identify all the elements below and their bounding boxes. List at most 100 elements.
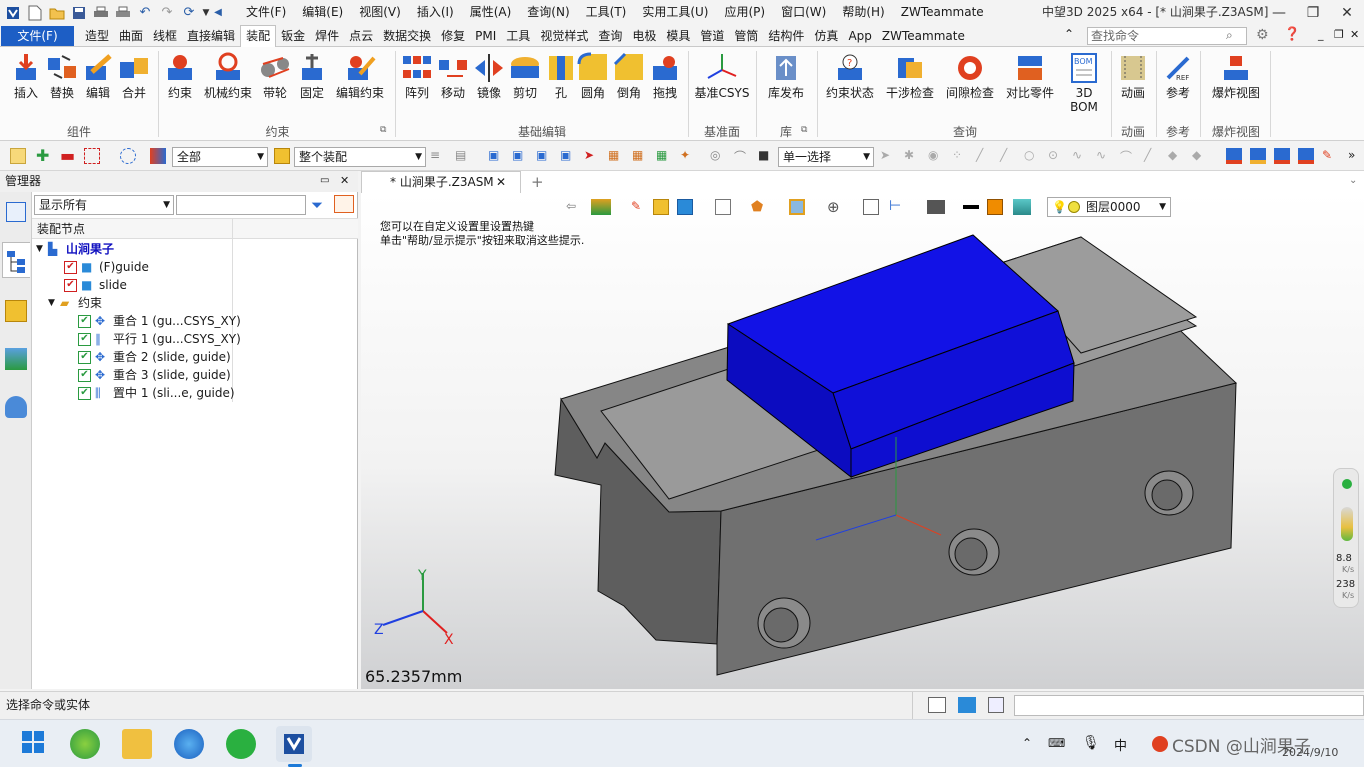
tab-wireframe[interactable]: 线框 [148,25,182,47]
visibility-checkbox[interactable]: ✔ [78,314,91,328]
assembly-scope-icon[interactable] [274,148,290,164]
print-preview-icon[interactable] [112,3,134,23]
exploded-view-button[interactable]: 爆炸视图 [1206,52,1266,100]
quick-b-icon[interactable] [1250,148,1266,164]
tool-m-icon[interactable]: ⌒ [734,148,750,164]
model-geometry[interactable]: Y X Z [361,193,1364,689]
constraint-button[interactable]: 约束 [162,52,198,100]
tab-simulation[interactable]: 仿真 [809,25,843,47]
snap-c-icon[interactable]: ◉ [928,148,944,164]
quick-a-icon[interactable] [1226,148,1242,164]
zw3d-taskbar-button[interactable] [276,726,312,762]
animation-button[interactable]: 动画 [1114,52,1152,100]
status-view-a-icon[interactable] [928,697,946,713]
tab-query[interactable]: 查询 [593,25,627,47]
tool-f-icon[interactable]: ▣ [560,148,576,164]
menu-query[interactable]: 查询(N) [519,0,577,25]
tab-mold[interactable]: 模具 [661,25,695,47]
tool-e-icon[interactable]: ▣ [536,148,552,164]
box-select-icon[interactable] [84,148,100,164]
restore-button[interactable]: ❐ [1296,0,1330,25]
tab-assembly[interactable]: 装配 [240,25,277,47]
undo-icon[interactable]: ↶ [134,3,156,23]
belt-button[interactable]: 带轮 [257,52,293,100]
reference-button[interactable]: REF 参考 [1160,52,1196,100]
visibility-checkbox[interactable]: ✔ [78,368,91,382]
tool-h-icon[interactable]: ▦ [608,148,624,164]
tab-piping[interactable]: 管道 [695,25,729,47]
tray-chevron-up-icon[interactable]: ⌃ [1022,736,1032,750]
menu-tools[interactable]: 工具(T) [578,0,635,25]
tab-app[interactable]: App [843,25,876,47]
chevron-down-icon[interactable]: ▼ [36,240,48,258]
view-manager-icon[interactable] [5,348,27,370]
snap-h-icon[interactable]: ⊙ [1048,148,1064,164]
history-manager-icon[interactable] [6,202,26,222]
tree-row-guide[interactable]: ✔ ■ (F)guide [64,258,264,276]
tree-row-center-1[interactable]: ✔ ⫼ 置中 1 (sli...e, guide) [78,384,278,402]
replace-component-button[interactable]: 替换 [44,52,80,100]
mechanical-constraint-button[interactable]: 机械约束 [202,52,254,100]
snap-k-icon[interactable]: ⌒ [1120,148,1136,164]
tool-l-icon[interactable]: ◎ [710,148,726,164]
menu-insert[interactable]: 插入(I) [409,0,462,25]
visibility-checkbox[interactable]: ✔ [78,386,91,400]
menu-window[interactable]: 窗口(W) [773,0,834,25]
tab-structure[interactable]: 结构件 [763,25,809,47]
tab-point-cloud[interactable]: 点云 [344,25,378,47]
tab-sheetmetal[interactable]: 钣金 [276,25,310,47]
fix-button[interactable]: 固定 [294,52,330,100]
lasso-select-icon[interactable] [120,148,136,164]
quick-access-dropdown-icon[interactable]: ▼ [200,3,212,23]
tree-row-coincide-1[interactable]: ✔ ✥ 重合 1 (gu...CSYS_XY) [78,312,278,330]
tree-root-row[interactable]: ▼ ▙ 山涧果子 [36,240,236,258]
snap-f-icon[interactable]: ╱ [1000,148,1016,164]
3d-viewport[interactable]: ⇦ ✎ ⬟ ⊕ ⊢ 💡 图层0000 ▼ 您可以在自定义设置里设置热键 单击"帮… [361,193,1364,689]
menu-utilities[interactable]: 实用工具(U) [634,0,716,25]
status-view-c-icon[interactable] [988,697,1004,713]
drag-button[interactable]: 拖拽 [647,52,683,100]
part-manager-icon[interactable] [5,300,27,322]
new-tab-icon[interactable]: + [531,173,544,191]
tab-tubing[interactable]: 管筒 [729,25,763,47]
tab-list-icon[interactable]: ⌄ [1349,175,1357,186]
filter-funnel-icon[interactable]: ⏷ [311,196,323,214]
quick-c-icon[interactable] [1274,148,1290,164]
settings-gear-icon[interactable]: ⚙ [1256,27,1269,43]
tool-k-icon[interactable]: ✦ [680,148,696,164]
snap-d-icon[interactable]: ⁘ [952,148,968,164]
quick-e-icon[interactable]: ✎ [1322,148,1338,164]
datum-csys-button[interactable]: 基准CSYS [692,52,752,100]
user-icon[interactable] [5,396,27,418]
keyboard-icon[interactable]: ⌨ [1048,736,1065,750]
tab-pmi[interactable]: PMI [470,25,501,47]
pattern-button[interactable]: 阵列 [399,52,435,100]
redo-icon[interactable]: ↷ [156,3,178,23]
move-button[interactable]: 移动 [435,52,471,100]
wechat-icon[interactable] [226,729,256,759]
file-explorer-icon[interactable] [122,729,152,759]
insert-component-button[interactable]: 插入 [8,52,44,100]
tree-row-coincide-3[interactable]: ✔ ✥ 重合 3 (slide, guide) [78,366,278,384]
tool-g-icon[interactable]: ➤ [584,148,600,164]
tool-i-icon[interactable]: ▦ [632,148,648,164]
tree-row-slide[interactable]: ✔ ■ slide [64,276,264,294]
tab-visual-style[interactable]: 视觉样式 [535,25,593,47]
visibility-checkbox[interactable]: ✔ [78,332,91,346]
snap-i-icon[interactable]: ∿ [1072,148,1088,164]
minimize-button[interactable]: — [1262,0,1296,25]
tree-row-constraints[interactable]: ▼ ▰ 约束 [48,294,248,312]
3d-bom-button[interactable]: BOM 3D BOM [1060,52,1108,114]
tree-search-input[interactable] [176,195,306,215]
tab-weldment[interactable]: 焊件 [310,25,344,47]
display-filter-combo[interactable]: 显示所有 ▼ [34,195,174,215]
collapse-left-icon[interactable]: ◀ [212,3,224,23]
library-dialog-launcher-icon[interactable]: ⧉ [801,125,807,135]
tool-c-icon[interactable]: ▣ [488,148,504,164]
collapse-ribbon-icon[interactable]: ⌃ [1064,27,1074,41]
toolbar-overflow-icon[interactable]: » [1348,148,1364,164]
new-file-icon[interactable] [24,3,46,23]
status-view-b-icon[interactable] [958,697,976,713]
tab-modeling[interactable]: 造型 [80,25,114,47]
tool-j-icon[interactable]: ▦ [656,148,672,164]
